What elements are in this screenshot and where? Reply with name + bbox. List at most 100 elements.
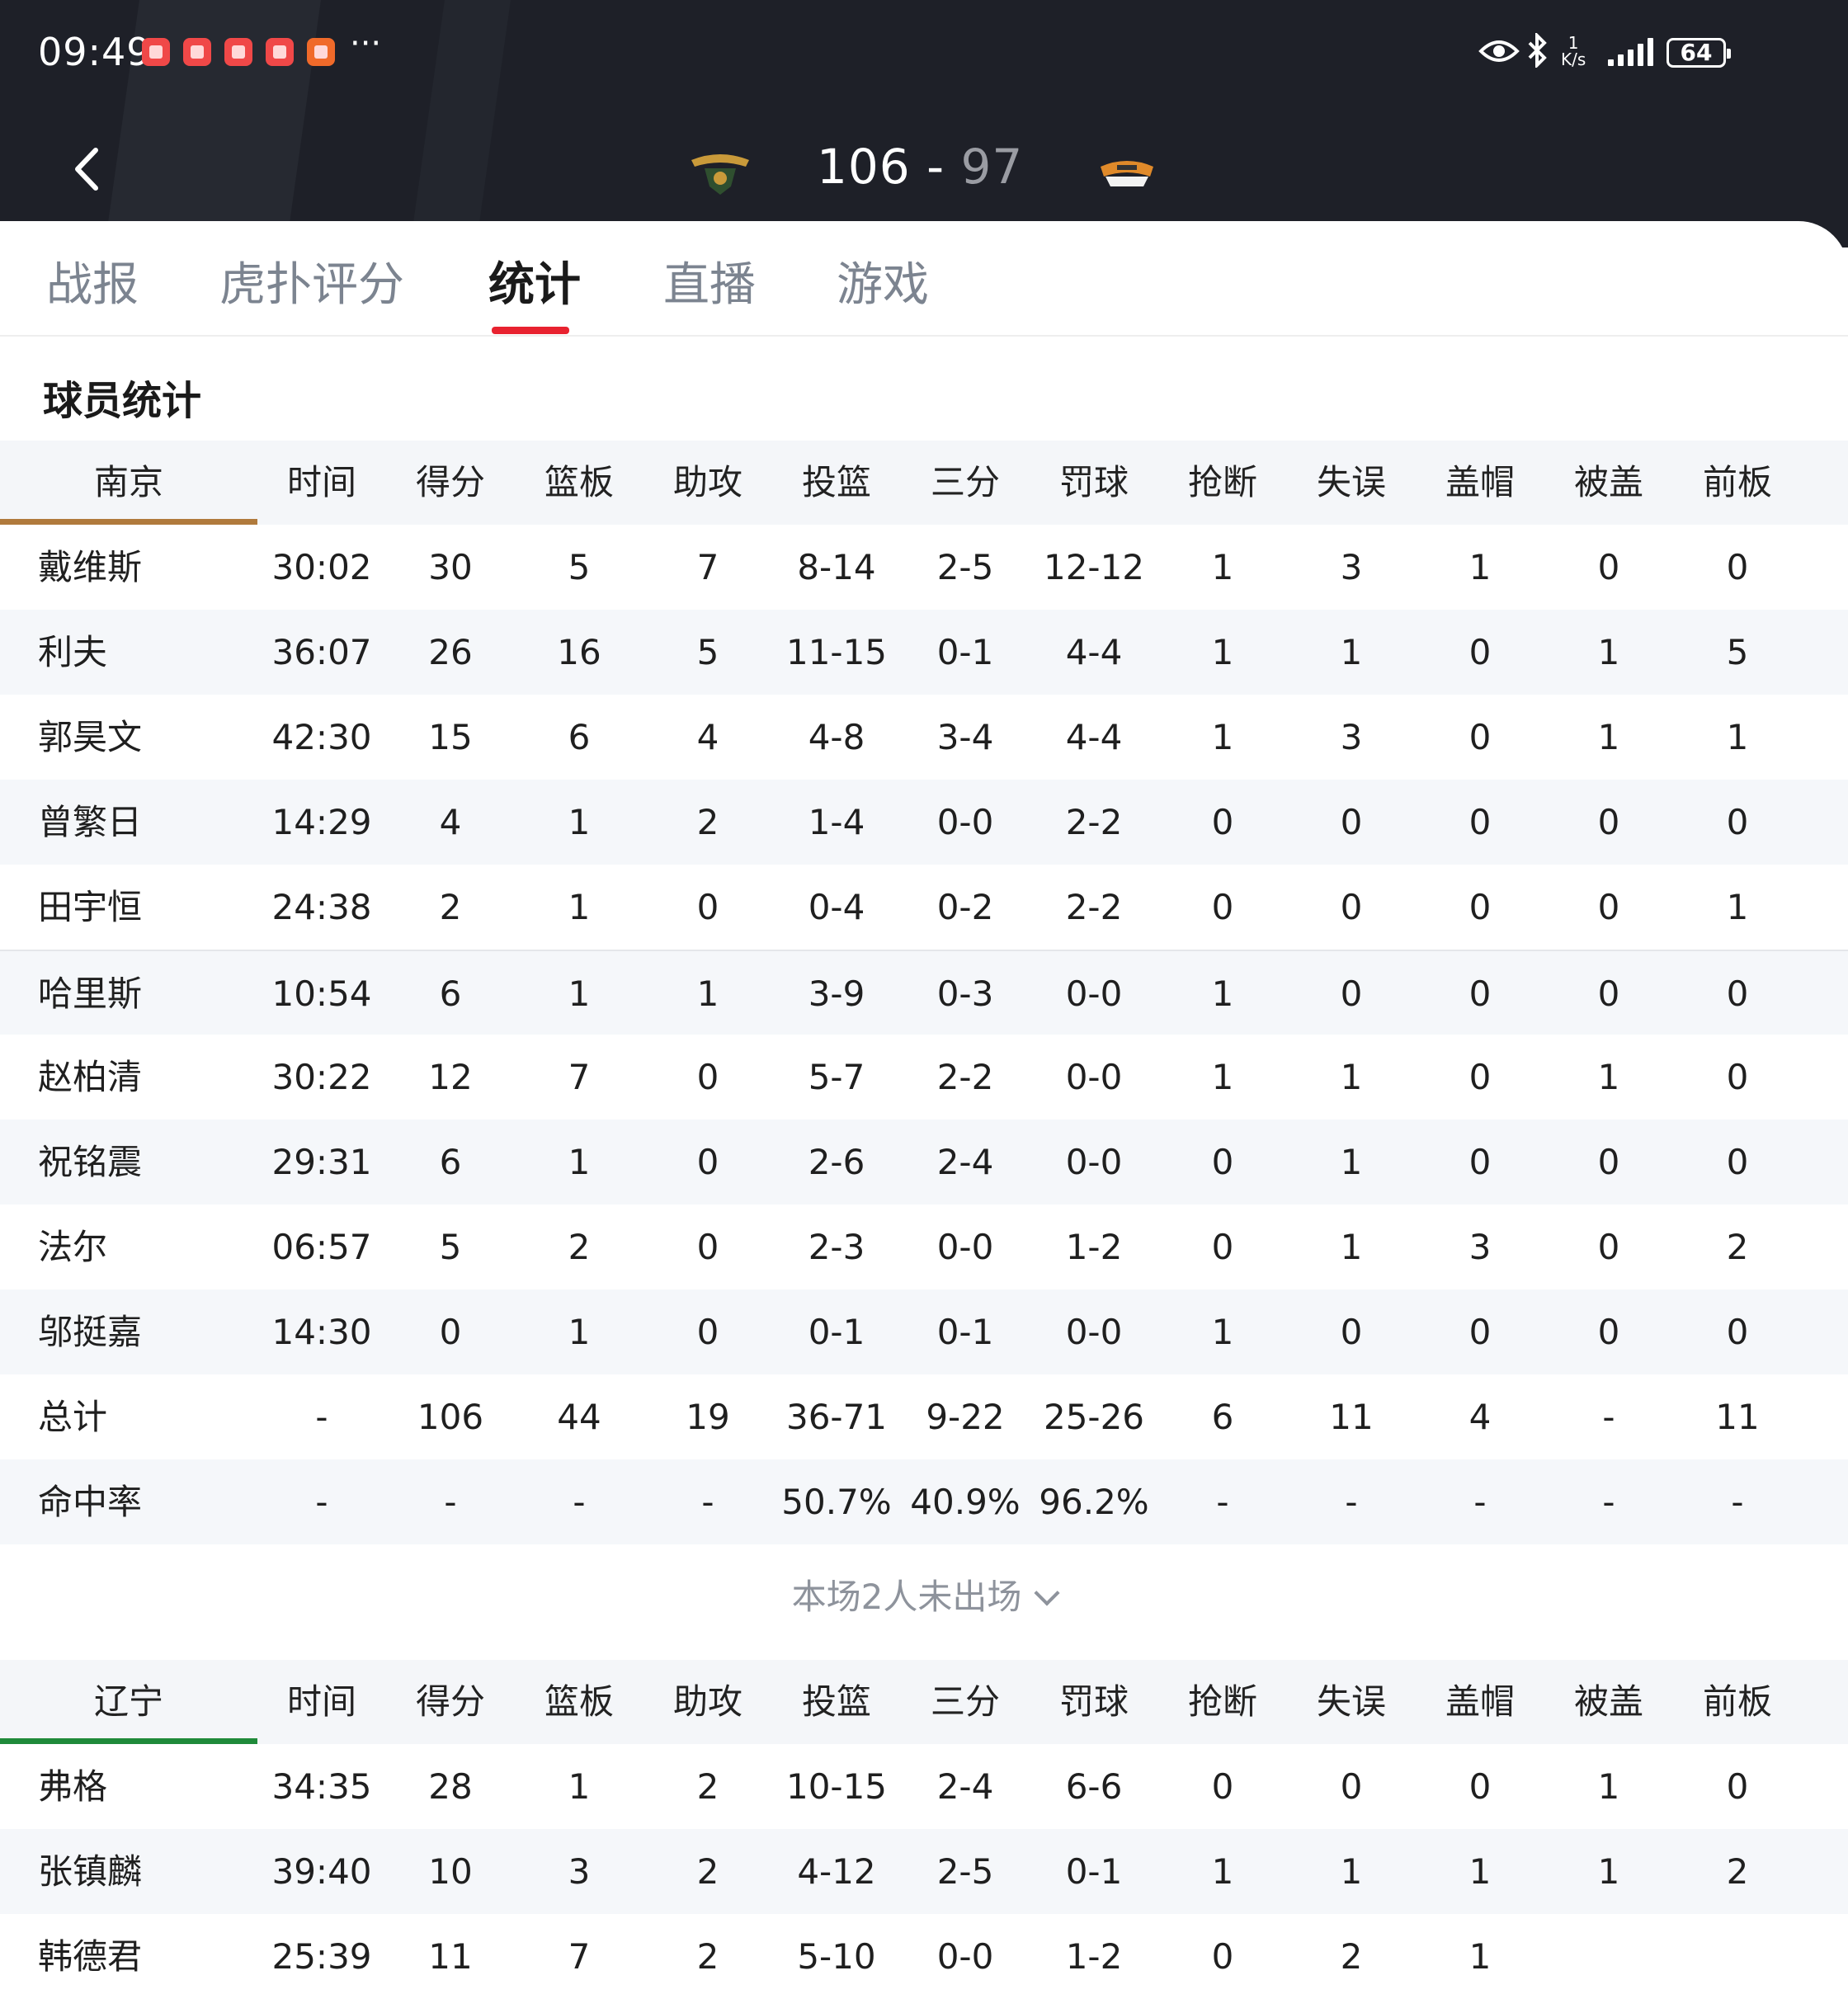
column-header[interactable]: 盖帽 [1416,441,1544,525]
column-header[interactable]: 得分 [386,441,515,525]
stat-cell: 0 [1468,1766,1492,1807]
column-header[interactable]: 罚球 [1030,1660,1158,1744]
column-header[interactable]: 盖帽 [1416,1660,1544,1744]
player-name[interactable]: 法尔 [38,1204,252,1289]
column-header[interactable]: 投篮 [772,441,901,525]
player-name[interactable]: 总计 [38,1374,252,1459]
table-row[interactable]: 总计 - 106 44 19 36-71 9-22 25-26 6 11 4 - 11 [0,1374,1848,1459]
stat-cell: 5-10 [797,1936,876,1977]
team-color-bar [0,519,257,525]
notification-icon [142,38,170,66]
column-header[interactable]: 前板 [1673,1660,1802,1744]
stat-cell: 1 [1211,717,1234,757]
player-name[interactable]: 韩德君 [38,1914,252,1999]
column-header[interactable]: 被盖 [1544,441,1673,525]
stat-cell: 3 [1468,1227,1492,1267]
team-name-header[interactable]: 南京 [0,441,257,525]
player-name[interactable]: 赵柏清 [38,1035,252,1120]
stat-cell: 42:30 [271,717,372,757]
player-name[interactable]: 张镇麟 [38,1829,252,1914]
stat-cell: - [573,1482,586,1522]
stat-cell: 0 [1340,1312,1363,1352]
stat-cell: 6 [568,717,591,757]
stat-cell: 10-15 [785,1766,888,1807]
table-row[interactable]: 邬挺嘉 14:30 0 1 0 0-1 0-1 0-0 1 0 0 0 0 [0,1289,1848,1374]
player-name[interactable]: 戴维斯 [38,525,252,610]
column-header[interactable]: 被盖 [1544,1660,1673,1744]
column-header[interactable]: 失误 [1287,1660,1416,1744]
column-header[interactable]: 后 [1802,441,1848,525]
column-header[interactable]: 前板 [1673,441,1802,525]
table-row[interactable]: 赵柏清 30:22 12 7 0 5-7 2-2 0-0 1 1 0 1 0 [0,1035,1848,1120]
stat-cell: - [1216,1482,1229,1522]
table-row[interactable]: 祝铭震 29:31 6 1 0 2-6 2-4 0-0 0 1 0 0 0 [0,1120,1848,1204]
tab-stats[interactable]: 统计 [488,248,581,314]
table-row[interactable]: 利夫 36:07 26 16 5 11-15 0-1 4-4 1 1 0 1 5 [0,610,1848,695]
stat-cell: 106 [417,1397,484,1437]
column-header[interactable]: 助攻 [644,441,772,525]
player-name[interactable]: 哈里斯 [38,951,252,1036]
table-row[interactable]: 田宇恒 24:38 2 1 0 0-4 0-2 2-2 0 0 0 0 1 [0,865,1848,950]
column-header[interactable]: 后 [1802,1660,1848,1744]
table-row[interactable]: 命中率 - - - - 50.7% 40.9% 96.2% - - - - - [0,1459,1848,1544]
away-score: 97 [960,139,1024,195]
team-color-bar [0,1738,257,1744]
table-row[interactable]: 韩德君 25:39 11 7 2 5-10 0-0 1-2 0 2 1 [0,1914,1848,1999]
column-header[interactable]: 罚球 [1030,441,1158,525]
tab-ratings[interactable]: 虎扑评分 [219,248,404,314]
column-header[interactable]: 时间 [257,441,386,525]
stat-cell: 16 [557,632,601,672]
table-row[interactable]: 弗格 34:35 28 1 2 10-15 2-4 6-6 0 0 0 1 0 [0,1744,1848,1829]
player-name[interactable]: 郭昊文 [38,695,252,780]
stat-cell: 1 [1468,1851,1492,1892]
stat-cell: 0 [696,1312,719,1352]
column-header[interactable]: 篮板 [515,1660,644,1744]
column-header[interactable]: 失误 [1287,441,1416,525]
stat-cell: 0-0 [1065,1142,1123,1182]
table-row[interactable]: 法尔 06:57 5 2 0 2-3 0-0 1-2 0 1 3 0 2 [0,1204,1848,1289]
column-header[interactable]: 篮板 [515,441,644,525]
stat-cell: - [1473,1482,1487,1522]
player-name[interactable]: 弗格 [38,1744,252,1829]
column-header[interactable]: 助攻 [644,1660,772,1744]
battery-icon: 64 [1666,38,1731,68]
stat-cell: 0 [1468,717,1492,757]
player-name[interactable]: 祝铭震 [38,1120,252,1204]
column-header[interactable]: 抢断 [1158,441,1287,525]
column-header[interactable]: 三分 [901,441,1030,525]
stat-cell: 44 [557,1397,601,1437]
stat-cell: 0-0 [936,1936,994,1977]
column-header[interactable]: 投篮 [772,1660,901,1744]
player-name[interactable]: 曾繁日 [38,780,252,865]
stat-cell: 1 [1211,1057,1234,1097]
tab-games[interactable]: 游戏 [837,248,929,314]
player-name[interactable]: 命中率 [38,1459,252,1544]
column-header[interactable]: 抢断 [1158,1660,1287,1744]
notification-icon [266,38,294,66]
table-row[interactable]: 戴维斯 30:02 30 5 7 8-14 2-5 12-12 1 3 1 0 0 [0,525,1848,610]
tab-report[interactable]: 战报 [46,248,139,314]
table-row[interactable]: 郭昊文 42:30 15 6 4 4-8 3-4 4-4 1 3 0 1 1 [0,695,1848,780]
back-arrow-icon[interactable] [66,140,107,198]
table-row[interactable]: 曾繁日 14:29 4 1 2 1-4 0-0 2-2 0 0 0 0 0 [0,780,1848,865]
stat-cell: 4-4 [1065,717,1123,757]
tab-live[interactable]: 直播 [663,248,756,314]
table-row[interactable]: 哈里斯 10:54 6 1 1 3-9 0-3 0-0 1 0 0 0 0 [0,950,1848,1035]
stat-cell: 1 [1597,717,1620,757]
column-header[interactable]: 三分 [901,1660,1030,1744]
player-name[interactable]: 邬挺嘉 [38,1289,252,1374]
stat-cell: 7 [568,1936,591,1977]
team-name-header[interactable]: 辽宁 [0,1660,257,1744]
stat-cell: 1 [1597,632,1620,672]
stat-cell: 2-2 [936,1057,994,1097]
stat-cell: 4-8 [808,717,865,757]
bench-players-toggle[interactable]: 本场2人未出场 [0,1569,1848,1619]
player-name[interactable]: 田宇恒 [38,865,252,950]
table-row[interactable]: 张镇麟 39:40 10 3 2 4-12 2-5 0-1 1 1 1 1 2 [0,1829,1848,1914]
home-score: 106 [817,139,911,195]
column-header[interactable]: 时间 [257,1660,386,1744]
home-stats-table: 南京 时间得分篮板助攻投篮三分罚球抢断失误盖帽被盖前板后 戴维斯30:02305… [0,441,1848,1544]
stat-cell: 29:31 [271,1142,372,1182]
column-header[interactable]: 得分 [386,1660,515,1744]
player-name[interactable]: 利夫 [38,610,252,695]
